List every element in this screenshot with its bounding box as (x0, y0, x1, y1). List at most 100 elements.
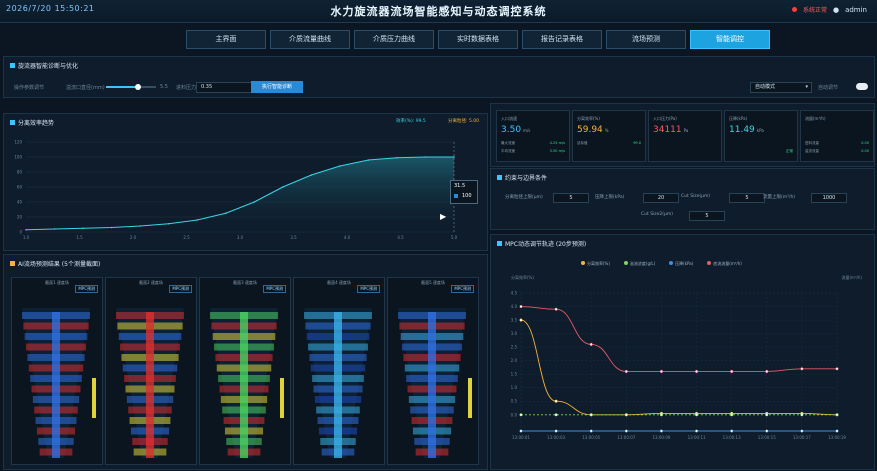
series-point (695, 369, 699, 374)
run-diagnosis-button[interactable]: 执行智能诊断 (251, 81, 303, 93)
metric-sub-label: 溢流流量 (805, 149, 819, 153)
control-panel-header: 旋流器智能诊断与优化 (10, 61, 78, 70)
series-line (520, 306, 837, 372)
param-label: 压降上限(kPa) (595, 195, 625, 200)
metric-sub-value: 0.00 (861, 141, 869, 145)
chevron-down-icon: ▾ (805, 84, 808, 90)
tab-flow-prediction[interactable]: 流场预测 (606, 30, 686, 49)
series-point (835, 413, 839, 417)
auto-adjust-toggle[interactable] (856, 83, 868, 90)
top-bar: 2026/7/20 15:50:21 水力旋流器流场智能感知与动态调控系统 系统… (0, 0, 877, 23)
param-input[interactable]: 5 (689, 211, 725, 221)
flowfield-slot: 截面3 速度场 MPC预测 (199, 277, 291, 465)
y-tick-label: 0 (19, 230, 22, 235)
slider-label: 溢流口直径(mm) (66, 85, 105, 91)
series-point (695, 429, 699, 433)
tooltip-value: 100 (462, 193, 472, 199)
series-point (624, 429, 628, 433)
param-input[interactable]: 5 (553, 193, 589, 203)
flowfield-slot: 截面1 速度场 MPC预测 (11, 277, 103, 465)
x-tick-label: 13:00:11 (688, 435, 706, 440)
metric-sub-label: 平均流速 (501, 149, 515, 153)
x-tick-label: 13:00:09 (652, 435, 670, 440)
x-tick-label: 4.0 (344, 235, 351, 240)
x-tick-label: 3.5 (290, 235, 297, 240)
series-point (730, 369, 734, 374)
main-nav: 主界面 介质流量曲线 介质压力曲线 实时数据表格 报告记录表格 流场预测 智能调… (186, 30, 770, 49)
series-point (835, 367, 839, 371)
colorbar (468, 378, 472, 418)
y-tick-label: 100 (14, 155, 22, 160)
slider-knob[interactable] (134, 84, 141, 90)
x-tick-label: 1.5 (76, 235, 83, 240)
series-point (519, 413, 523, 417)
metric-card: 分离效率(%) 59.94% 目标值 99.0 (572, 110, 646, 162)
series-point (624, 413, 628, 417)
metric-label: 入口流速 (501, 116, 517, 121)
series-point (730, 429, 734, 433)
tab-pressure-curve[interactable]: 介质压力曲线 (354, 30, 434, 49)
tab-main[interactable]: 主界面 (186, 30, 266, 49)
tab-realtime-table[interactable]: 实时数据表格 (438, 30, 518, 49)
status-dot-icon (791, 7, 797, 12)
series-point (589, 342, 593, 346)
efficiency-point (139, 225, 141, 227)
metric-sub-value: 0.00 (861, 149, 869, 153)
metric-card: 入口流速 3.50 m/s 最大流速 4.25 m/s 平均流速 3.50 m/s (496, 110, 570, 162)
core-band (428, 312, 436, 458)
x-tick-label: 13:00:13 (723, 435, 741, 440)
efficiency-point (110, 226, 113, 229)
series-point (765, 413, 769, 417)
tooltip-title: 31.5 (454, 183, 466, 189)
x-tick-label: 1.0 (23, 235, 30, 240)
constraints-icon (497, 175, 502, 180)
slider-fill (106, 86, 138, 88)
efficiency-point (196, 219, 198, 221)
metric-card: 流量(m³/h) 进料流量 0.00 溢流流量 0.00 (800, 110, 874, 162)
flowfield-header: AI流场预测结果 (5个测量截面) (10, 259, 100, 268)
tab-flow-curve[interactable]: 介质流量曲线 (270, 30, 350, 49)
param-label: 分离粒径上限(μm) (505, 195, 543, 200)
metric-label: 分离效率(%) (577, 116, 600, 121)
y-tick-label: 40 (17, 200, 23, 205)
param-input[interactable]: 20 (643, 193, 679, 203)
param-label: 操作参数调节 (14, 85, 45, 91)
y-tick-label: 0.0 (511, 412, 518, 417)
mpc-chart: 4.5 4.0 3.5 3.0 2.5 2.0 1.5 1.0 0.5 0.0 13:00:01 13… (511, 291, 847, 441)
series-point (554, 413, 558, 417)
flowfield-plot (304, 308, 372, 458)
user-icon[interactable]: ● (833, 6, 839, 14)
metric-label: 压降(kPa) (729, 116, 748, 121)
y-tick-label: 2.0 (511, 358, 518, 363)
param-input[interactable]: 5 (729, 193, 765, 203)
auto-adjust-label: 自动调节 (818, 85, 839, 91)
efficiency-point (424, 156, 427, 158)
series-point (835, 429, 839, 433)
user-name[interactable]: admin (845, 6, 867, 14)
param-input[interactable]: 1000 (811, 193, 847, 203)
metric-value: 34111 Pa (653, 125, 689, 135)
tab-smart-control[interactable]: 智能调控 (690, 30, 770, 49)
efficiency-point (53, 228, 56, 230)
x-tick-label: 5.0 (451, 235, 458, 240)
series-point (765, 369, 769, 374)
mpc-panel: MPC动态调节轨迹 (20步预测) 分离效率(%) 溢流浓度(g/L) 压降(kPa… (490, 234, 875, 470)
y-tick-label: 3.0 (511, 331, 518, 336)
series-point (519, 318, 523, 322)
mode-select[interactable]: 自动模式 ▾ (750, 82, 812, 93)
diameter-slider[interactable] (106, 84, 156, 90)
y-tick-label: 120 (14, 140, 22, 145)
metric-label: 流量(m³/h) (805, 116, 826, 121)
efficiency-point (25, 228, 27, 231)
flowfield-plot (116, 308, 184, 458)
metrics-panel: 入口流速 3.50 m/s 最大流速 4.25 m/s 平均流速 3.50 m/s 分离效率(… (490, 103, 875, 167)
tab-report-table[interactable]: 报告记录表格 (522, 30, 602, 49)
y-tick-label: 1.0 (511, 385, 518, 390)
flowfield-plot (398, 308, 472, 458)
efficiency-point (396, 156, 398, 159)
series-point (730, 413, 734, 417)
x-tick-label: 13:00:03 (547, 435, 565, 440)
flowfield-slot: 截面2 速度场 MPC预测 (105, 277, 197, 465)
pressure-input[interactable]: 0.35 (196, 82, 252, 93)
x-tick-label: 4.5 (397, 235, 404, 240)
